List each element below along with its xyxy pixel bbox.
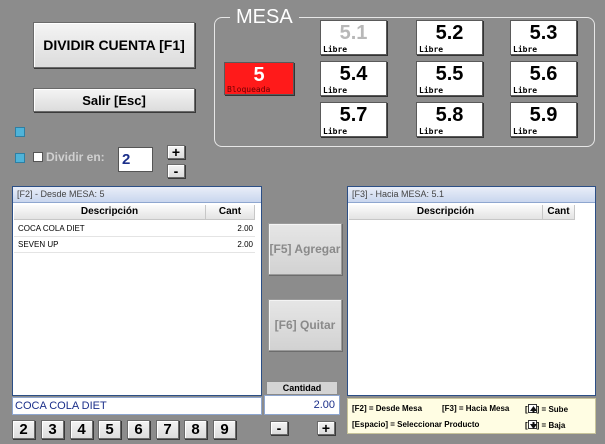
dividir-plus-button[interactable]: + xyxy=(167,145,185,159)
table-status: Libre xyxy=(513,86,538,95)
table-status: Libre xyxy=(513,45,538,54)
row-descripcion: SEVEN UP xyxy=(18,240,59,249)
table-number: 5.7 xyxy=(339,104,368,126)
table-number: 5.2 xyxy=(435,22,464,44)
agregar-button[interactable]: [F5] Agregar xyxy=(268,223,342,275)
quitar-button[interactable]: [F6] Quitar xyxy=(268,299,342,351)
legend-baja: [] = Baja xyxy=(525,419,565,430)
column-descripcion[interactable]: Descripción xyxy=(14,205,206,219)
table-5-1[interactable]: 5.1 Libre xyxy=(320,20,387,55)
keyboard-legend: [F2] = Desde Mesa [F3] = Hacia Mesa [] =… xyxy=(347,398,596,434)
hacia-mesa-panel: [F3] - Hacia MESA: 5.1 Descripción Cant xyxy=(347,186,596,396)
legend-sube-text: ] = Sube xyxy=(536,405,569,414)
arrow-down-icon xyxy=(527,420,537,429)
cantidad-field[interactable]: 2.00 xyxy=(264,395,340,415)
column-header: Descripción Cant xyxy=(14,205,255,220)
table-number: 5.8 xyxy=(435,104,464,126)
table-5-5[interactable]: 5.5 Libre xyxy=(416,61,483,96)
table-5-4[interactable]: 5.4 Libre xyxy=(320,61,387,96)
cantidad-minus-button[interactable]: - xyxy=(270,421,288,435)
table-status: Libre xyxy=(323,45,348,54)
legend-sube: [] = Sube xyxy=(525,403,568,414)
numkey-5[interactable]: 5 xyxy=(98,420,121,439)
table-number: 5.1 xyxy=(339,22,368,44)
table-5-9[interactable]: 5.9 Libre xyxy=(510,102,577,137)
row-cant: 2.00 xyxy=(237,240,253,249)
table-number: 5 xyxy=(253,64,265,86)
dividir-value-field[interactable]: 2 xyxy=(118,147,153,172)
numkey-8[interactable]: 8 xyxy=(184,420,207,439)
legend-desde: [F2] = Desde Mesa xyxy=(352,404,423,413)
desde-mesa-panel: [F2] - Desde MESA: 5 Descripción Cant CO… xyxy=(12,186,262,396)
table-status: Libre xyxy=(419,45,444,54)
table-number: 5.6 xyxy=(529,63,558,85)
table-status: Libre xyxy=(513,127,538,136)
column-cant[interactable]: Cant xyxy=(543,205,575,219)
legend-espacio: [Espacio] = Seleccionar Producto xyxy=(352,420,480,429)
column-header: Descripción Cant xyxy=(349,205,575,220)
marker-icon xyxy=(15,153,25,163)
dividir-minus-button[interactable]: - xyxy=(167,164,185,178)
row-cant: 2.00 xyxy=(237,224,253,233)
numkey-4[interactable]: 4 xyxy=(70,420,93,439)
table-status: Bloqueada xyxy=(227,85,271,94)
dividir-cuenta-button[interactable]: DIVIDIR CUENTA [F1] xyxy=(33,22,195,68)
numkey-7[interactable]: 7 xyxy=(156,420,179,439)
column-descripcion[interactable]: Descripción xyxy=(349,205,543,219)
current-table-5[interactable]: 5 Bloqueada xyxy=(224,62,294,95)
table-number: 5.9 xyxy=(529,104,558,126)
table-5-6[interactable]: 5.6 Libre xyxy=(510,61,577,96)
table-row[interactable]: COCA COLA DIET 2.00 xyxy=(14,222,255,237)
table-status: Libre xyxy=(323,86,348,95)
numkey-2[interactable]: 2 xyxy=(12,420,35,439)
mesa-legend: MESA xyxy=(230,6,299,28)
table-5-2[interactable]: 5.2 Libre xyxy=(416,20,483,55)
numkey-6[interactable]: 6 xyxy=(127,420,150,439)
numkey-3[interactable]: 3 xyxy=(41,420,64,439)
dividir-checkbox[interactable] xyxy=(33,152,43,162)
legend-baja-text: ] = Baja xyxy=(536,421,566,430)
table-5-3[interactable]: 5.3 Libre xyxy=(510,20,577,55)
panel-title: [F3] - Hacia MESA: 5.1 xyxy=(348,187,595,203)
dividir-label: Dividir en: xyxy=(46,150,105,164)
table-number: 5.5 xyxy=(435,63,464,85)
table-number: 5.4 xyxy=(339,63,368,85)
panel-title: [F2] - Desde MESA: 5 xyxy=(13,187,261,203)
column-cant[interactable]: Cant xyxy=(206,205,255,219)
cantidad-plus-button[interactable]: + xyxy=(317,421,335,435)
table-status: Libre xyxy=(323,127,348,136)
arrow-up-icon xyxy=(527,404,537,413)
selected-product-field[interactable]: COCA COLA DIET xyxy=(12,397,262,415)
row-descripcion: COCA COLA DIET xyxy=(18,224,85,233)
legend-hacia: [F3] = Hacia Mesa xyxy=(442,404,510,413)
table-number: 5.3 xyxy=(529,22,558,44)
salir-button[interactable]: Salir [Esc] xyxy=(33,88,195,112)
cantidad-label: Cantidad xyxy=(266,381,338,395)
table-status: Libre xyxy=(419,86,444,95)
marker-icon xyxy=(15,127,25,137)
numkey-9[interactable]: 9 xyxy=(213,420,236,439)
table-row[interactable]: SEVEN UP 2.00 xyxy=(14,238,255,253)
table-5-7[interactable]: 5.7 Libre xyxy=(320,102,387,137)
table-status: Libre xyxy=(419,127,444,136)
table-5-8[interactable]: 5.8 Libre xyxy=(416,102,483,137)
